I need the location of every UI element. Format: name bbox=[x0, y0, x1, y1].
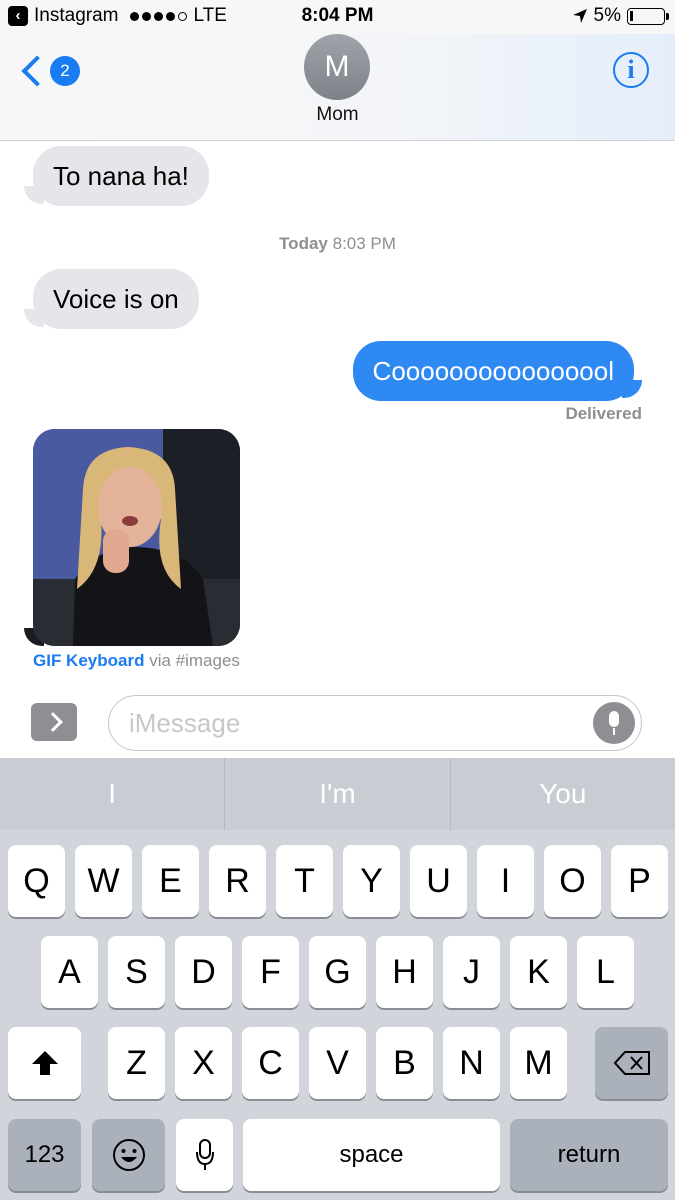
key-k[interactable]: K bbox=[510, 936, 567, 1008]
app-drawer-button[interactable] bbox=[31, 703, 77, 741]
key-p[interactable]: P bbox=[611, 845, 668, 917]
key-r[interactable]: R bbox=[209, 845, 266, 917]
emoji-key[interactable] bbox=[92, 1119, 165, 1191]
unread-badge: 2 bbox=[50, 56, 80, 86]
gif-attribution: GIF Keyboard via #images bbox=[33, 651, 240, 671]
gif-source-link[interactable]: GIF Keyboard bbox=[33, 651, 144, 670]
key-e[interactable]: E bbox=[142, 845, 199, 917]
message-timestamp: Today 8:03 PM bbox=[0, 234, 675, 254]
backspace-icon bbox=[613, 1051, 650, 1075]
suggestion-2[interactable]: I'm bbox=[225, 758, 451, 830]
key-u[interactable]: U bbox=[410, 845, 467, 917]
shift-key[interactable] bbox=[8, 1027, 81, 1099]
suggestion-3[interactable]: You bbox=[451, 758, 675, 830]
key-j[interactable]: J bbox=[443, 936, 500, 1008]
microphone-icon bbox=[195, 1139, 214, 1170]
key-f[interactable]: F bbox=[242, 936, 299, 1008]
key-b[interactable]: B bbox=[376, 1027, 433, 1099]
message-bubble-incoming[interactable]: To nana ha! bbox=[33, 146, 209, 206]
delete-key[interactable] bbox=[595, 1027, 668, 1099]
key-o[interactable]: O bbox=[544, 845, 601, 917]
numbers-key[interactable]: 123 bbox=[8, 1119, 81, 1191]
key-g[interactable]: G bbox=[309, 936, 366, 1008]
key-n[interactable]: N bbox=[443, 1027, 500, 1099]
key-c[interactable]: C bbox=[242, 1027, 299, 1099]
key-h[interactable]: H bbox=[376, 936, 433, 1008]
timestamp-time: 8:03 PM bbox=[332, 234, 396, 253]
location-arrow-icon bbox=[572, 9, 587, 23]
status-right: 5% bbox=[572, 5, 669, 27]
predictive-bar: I I'm You bbox=[0, 758, 675, 830]
key-t[interactable]: T bbox=[276, 845, 333, 917]
status-bar: ‹ Instagram LTE 8:04 PM 5% bbox=[0, 0, 675, 34]
key-w[interactable]: W bbox=[75, 845, 132, 917]
shift-icon bbox=[31, 1051, 58, 1075]
contact-name[interactable]: Mom bbox=[0, 104, 675, 126]
contact-avatar[interactable]: M bbox=[304, 34, 370, 100]
dictation-button[interactable] bbox=[593, 702, 635, 744]
key-l[interactable]: L bbox=[577, 936, 634, 1008]
key-d[interactable]: D bbox=[175, 936, 232, 1008]
key-m[interactable]: M bbox=[510, 1027, 567, 1099]
message-input-placeholder: iMessage bbox=[129, 708, 241, 738]
info-icon: i bbox=[627, 55, 635, 84]
keyboard: I I'm You Q W E R T Y U I O P A S D F G … bbox=[0, 758, 675, 1200]
key-q[interactable]: Q bbox=[8, 845, 65, 917]
gif-via-label: via #images bbox=[149, 651, 240, 670]
chevron-left-icon bbox=[21, 55, 53, 87]
conversation-header: 2 M Mom i bbox=[0, 34, 675, 141]
info-button[interactable]: i bbox=[613, 52, 649, 88]
message-bubble-incoming[interactable]: Voice is on bbox=[33, 269, 199, 329]
key-x[interactable]: X bbox=[175, 1027, 232, 1099]
gif-image-graphic bbox=[33, 429, 240, 646]
emoji-icon bbox=[112, 1139, 145, 1171]
message-bubble-outgoing[interactable]: Coooooooooooooool bbox=[352, 341, 634, 401]
back-button[interactable]: 2 bbox=[18, 55, 80, 87]
key-s[interactable]: S bbox=[108, 936, 165, 1008]
key-y[interactable]: Y bbox=[343, 845, 400, 917]
battery-percent: 5% bbox=[593, 5, 621, 26]
timestamp-day: Today bbox=[279, 234, 328, 253]
key-z[interactable]: Z bbox=[108, 1027, 165, 1099]
gif-image[interactable] bbox=[33, 429, 240, 646]
delivered-status: Delivered bbox=[565, 404, 642, 423]
key-i[interactable]: I bbox=[477, 845, 534, 917]
message-input[interactable]: iMessage bbox=[108, 695, 642, 751]
key-v[interactable]: V bbox=[309, 1027, 366, 1099]
dictation-key[interactable] bbox=[176, 1119, 233, 1191]
return-key[interactable]: return bbox=[510, 1119, 668, 1191]
space-key[interactable]: space bbox=[243, 1119, 500, 1191]
battery-icon bbox=[627, 7, 669, 25]
key-a[interactable]: A bbox=[41, 936, 98, 1008]
suggestion-1[interactable]: I bbox=[0, 758, 226, 830]
